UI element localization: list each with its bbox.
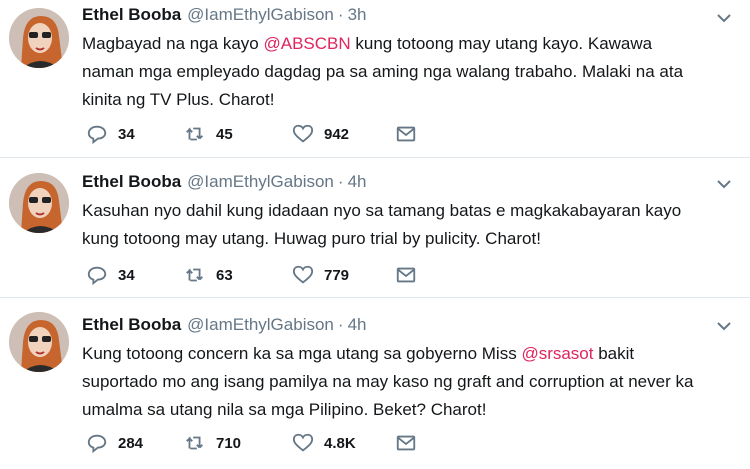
heart-icon xyxy=(292,124,314,143)
text-segment: kinita ng TV Plus. Charot! xyxy=(82,90,275,109)
avatar-image xyxy=(9,8,69,68)
mention-link[interactable]: @srsasot xyxy=(521,344,593,363)
retweet-icon xyxy=(186,127,203,141)
timestamp[interactable]: 4h xyxy=(348,315,367,334)
tweet-text: Magbayad na nga kayo @ABSCBN kung totoon… xyxy=(82,30,714,114)
reply-button[interactable]: 34 xyxy=(86,122,135,146)
text-segment: bakit xyxy=(593,344,635,363)
envelope-icon xyxy=(396,435,416,451)
text-segment: suportado mo ang isang pamilya na may ka… xyxy=(82,372,694,391)
separator: · xyxy=(337,315,344,334)
tweet-header: Ethel Booba @IamEthylGabison · 3h xyxy=(82,3,714,27)
like-button[interactable]: 4.8K xyxy=(292,431,356,455)
separator: · xyxy=(337,5,344,24)
tweet-actions: 34 63 779 xyxy=(82,263,482,287)
avatar-image xyxy=(9,173,69,233)
retweet-button[interactable]: 710 xyxy=(184,431,241,455)
display-name[interactable]: Ethel Booba xyxy=(82,172,181,191)
like-button[interactable]: 942 xyxy=(292,122,349,146)
text-segment: umalma sa utang nila sa mga Pilipino. Be… xyxy=(82,400,487,419)
text-segment: Magbayad na nga kayo xyxy=(82,34,264,53)
user-handle[interactable]: @IamEthylGabison xyxy=(187,5,334,24)
avatar-image xyxy=(9,312,69,372)
tweet-feed: Ethel Booba @IamEthylGabison · 3h Magbayad … xyxy=(0,0,750,469)
tweet-line: Kasuhan nyo dahil kung idadaan nyo sa ta… xyxy=(82,197,714,225)
tweet-actions: 284 710 4.8K xyxy=(82,431,482,455)
avatar[interactable] xyxy=(9,312,69,372)
reply-count: 34 xyxy=(118,266,135,284)
tweet-text: Kung totoong concern ka sa mga utang sa … xyxy=(82,340,714,424)
reply-button[interactable]: 284 xyxy=(86,431,143,455)
retweet-button[interactable]: 45 xyxy=(184,122,233,146)
reply-count: 34 xyxy=(118,125,135,143)
text-segment: kung totoong may utang kayo. Kawawa xyxy=(350,34,653,53)
reply-icon xyxy=(87,434,107,454)
separator: · xyxy=(337,172,344,191)
text-segment: Kasuhan nyo dahil kung idadaan nyo sa ta… xyxy=(82,201,682,220)
retweet-button[interactable]: 63 xyxy=(184,263,233,287)
heart-icon xyxy=(292,265,314,284)
like-count: 942 xyxy=(324,125,350,143)
user-handle[interactable]: @IamEthylGabison xyxy=(187,172,334,191)
timestamp[interactable]: 3h xyxy=(348,5,367,24)
chevron-down-icon[interactable] xyxy=(714,316,734,336)
tweet-line: Kung totoong concern ka sa mga utang sa … xyxy=(82,340,714,368)
envelope-icon xyxy=(396,126,416,142)
user-handle[interactable]: @IamEthylGabison xyxy=(187,315,334,334)
avatar[interactable] xyxy=(9,173,69,233)
tweet-line: suportado mo ang isang pamilya na may ka… xyxy=(82,368,714,396)
heart-icon xyxy=(292,433,314,452)
reply-button[interactable]: 34 xyxy=(86,263,135,287)
reply-count: 284 xyxy=(118,434,144,452)
mention-link[interactable]: @ABSCBN xyxy=(263,34,350,53)
tweet[interactable]: Ethel Booba @IamEthylGabison · 4h Kasuhan n… xyxy=(0,158,750,298)
text-segment: kung totoong may utang. Huwag puro trial… xyxy=(82,229,541,248)
display-name[interactable]: Ethel Booba xyxy=(82,315,181,334)
avatar[interactable] xyxy=(9,8,69,68)
text-segment: naman mga empleyado dagdag pa sa aming n… xyxy=(82,62,684,81)
tweet-line: kinita ng TV Plus. Charot! xyxy=(82,86,714,114)
like-button[interactable]: 779 xyxy=(292,263,349,287)
tweet-header: Ethel Booba @IamEthylGabison · 4h xyxy=(82,313,714,337)
retweet-count: 710 xyxy=(216,434,242,452)
direct-message-button[interactable] xyxy=(395,122,417,146)
tweet-header: Ethel Booba @IamEthylGabison · 4h xyxy=(82,170,714,194)
tweet[interactable]: Ethel Booba @IamEthylGabison · 3h Magbayad … xyxy=(0,0,750,158)
retweet-icon xyxy=(186,268,203,282)
tweet-line: umalma sa utang nila sa mga Pilipino. Be… xyxy=(82,396,714,424)
chevron-down-icon[interactable] xyxy=(714,8,734,28)
tweet-text: Kasuhan nyo dahil kung idadaan nyo sa ta… xyxy=(82,197,714,253)
chevron-down-icon[interactable] xyxy=(714,174,734,194)
tweet-line: naman mga empleyado dagdag pa sa aming n… xyxy=(82,58,714,86)
display-name[interactable]: Ethel Booba xyxy=(82,5,181,24)
retweet-count: 63 xyxy=(216,266,233,284)
like-count: 4.8K xyxy=(324,434,356,452)
tweet-actions: 34 45 942 xyxy=(82,122,482,146)
tweet-line: kung totoong may utang. Huwag puro trial… xyxy=(82,225,714,253)
tweet[interactable]: Ethel Booba @IamEthylGabison · 4h Kung toto… xyxy=(0,298,750,469)
reply-icon xyxy=(87,125,107,145)
direct-message-button[interactable] xyxy=(395,263,417,287)
envelope-icon xyxy=(396,267,416,283)
direct-message-button[interactable] xyxy=(395,431,417,455)
reply-icon xyxy=(87,266,107,286)
like-count: 779 xyxy=(324,266,350,284)
timestamp[interactable]: 4h xyxy=(348,172,367,191)
tweet-line: Magbayad na nga kayo @ABSCBN kung totoon… xyxy=(82,30,714,58)
retweet-icon xyxy=(186,436,203,450)
retweet-count: 45 xyxy=(216,125,233,143)
text-segment: Kung totoong concern ka sa mga utang sa … xyxy=(82,344,522,363)
